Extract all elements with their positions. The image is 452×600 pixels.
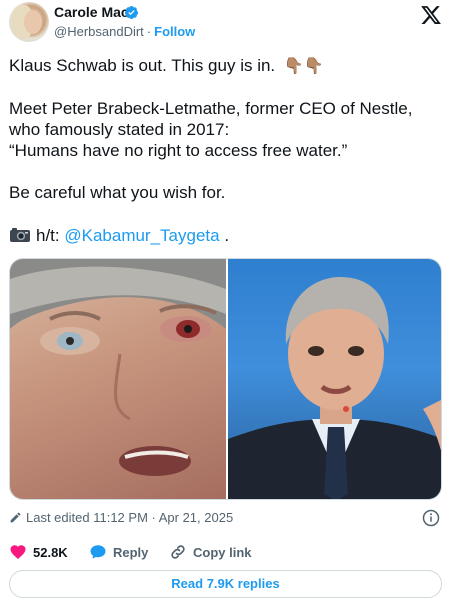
handle-row: @HerbsandDirt · Follow	[54, 24, 195, 39]
tweet-line-1: Klaus Schwab is out. This guy is in. 👇🏽👇…	[9, 55, 324, 77]
hat-tip-line: h/t: @Kabamur_Taygeta .	[9, 226, 229, 246]
edited-timestamp[interactable]: Last edited 11:12 PM · Apr 21, 2025	[9, 510, 233, 525]
avatar[interactable]	[9, 2, 49, 42]
copy-link-label: Copy link	[193, 545, 252, 560]
pencil-icon	[10, 512, 21, 523]
link-icon	[171, 545, 185, 559]
hat-tip-prefix: h/t:	[36, 226, 65, 245]
heart-icon	[10, 545, 26, 560]
tweet-card: Carole Mac @HerbsandDirt · Follow Klaus Sc…	[0, 0, 452, 600]
tweet-text-4: Be careful what you wish for.	[9, 183, 226, 202]
hat-tip-suffix: .	[219, 226, 230, 245]
tweet-text-2: Meet Peter Brabeck-Letmathe, former CEO …	[9, 99, 413, 139]
like-button[interactable]: 52.8K	[9, 543, 68, 561]
photo-left[interactable]	[10, 259, 226, 499]
photo-right[interactable]	[228, 259, 441, 499]
verified-badge-icon	[124, 5, 139, 20]
read-replies-button[interactable]: Read 7.9K replies	[9, 570, 442, 598]
edited-label: Last edited 11:12 PM · Apr 21, 2025	[26, 510, 234, 525]
portrait-illustration	[228, 277, 441, 499]
separator: ·	[146, 24, 152, 39]
author-name[interactable]: Carole Mac	[54, 4, 129, 20]
tweet-quote: “Humans have no right to access free wat…	[9, 141, 348, 160]
tweet-paragraph-2: Meet Peter Brabeck-Letmathe, former CEO …	[9, 98, 439, 161]
reply-button[interactable]: Reply	[89, 543, 148, 561]
media-grid[interactable]	[9, 258, 442, 500]
mention-link[interactable]: @Kabamur_Taygeta	[64, 226, 219, 245]
closeup-face-illustration	[10, 259, 226, 476]
author-handle[interactable]: @HerbsandDirt	[54, 24, 144, 39]
info-icon[interactable]	[422, 509, 440, 527]
camera-icon	[10, 228, 30, 242]
reply-label: Reply	[113, 545, 149, 560]
copy-link-button[interactable]: Copy link	[169, 543, 252, 561]
like-count: 52.8K	[33, 545, 68, 560]
follow-button[interactable]: Follow	[154, 24, 195, 39]
avatar-face	[24, 10, 42, 34]
x-logo-icon[interactable]	[420, 4, 442, 26]
tweet-text-1: Klaus Schwab is out. This guy is in.	[9, 56, 276, 75]
pointing-down-emoji: 👇🏽👇🏽	[283, 58, 324, 75]
reply-bubble-icon	[90, 545, 106, 559]
